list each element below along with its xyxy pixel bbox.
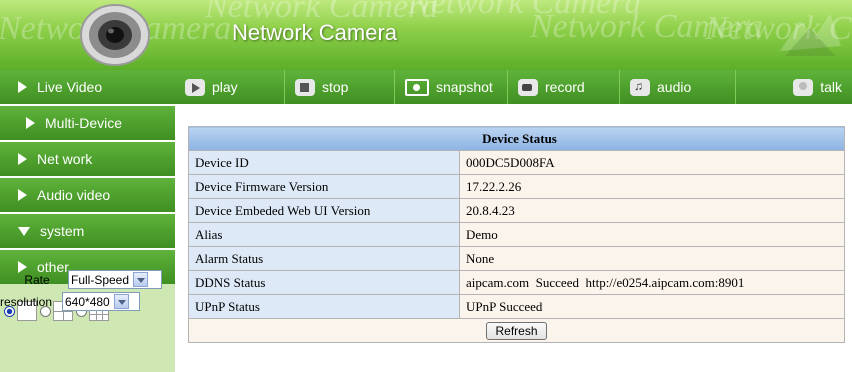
table-row: Device ID 000DC5D008FA bbox=[188, 150, 845, 175]
header-banner: Network Camera Network Camera Network Ca… bbox=[0, 0, 852, 70]
row-value: 20.8.4.23 bbox=[459, 198, 845, 223]
stop-icon bbox=[295, 78, 315, 96]
sidebar-item-label: Audio video bbox=[37, 187, 111, 203]
sidebar-item-multi-device[interactable]: Multi-Device bbox=[0, 106, 175, 140]
resolution-select[interactable]: 640*480 bbox=[62, 292, 140, 311]
table-header-row: Device Status bbox=[188, 126, 845, 151]
rate-select[interactable]: Full-Speed bbox=[68, 270, 162, 289]
table-row: DDNS Status aipcam.com Succeed http://e0… bbox=[188, 270, 845, 295]
resolution-select-value: 640*480 bbox=[65, 294, 110, 309]
arrow-right-icon bbox=[18, 153, 27, 165]
table-row: Alias Demo bbox=[188, 222, 845, 247]
play-button[interactable]: play bbox=[175, 70, 285, 104]
row-label: DDNS Status bbox=[188, 270, 460, 295]
stop-label: stop bbox=[322, 79, 349, 95]
row-value: None bbox=[459, 246, 845, 271]
row-value: UPnP Succeed bbox=[459, 294, 845, 319]
table-row: Device Embeded Web UI Version 20.8.4.23 bbox=[188, 198, 845, 223]
record-button[interactable]: record bbox=[508, 70, 620, 104]
device-status-table: Device Status Device ID 000DC5D008FA Dev… bbox=[188, 126, 845, 343]
row-value: 17.22.2.26 bbox=[459, 174, 845, 199]
sidebar-item-audio-video[interactable]: Audio video bbox=[0, 178, 175, 212]
row-value: Demo bbox=[459, 222, 845, 247]
audio-icon bbox=[630, 78, 650, 96]
row-label: UPnP Status bbox=[188, 294, 460, 319]
decorative-graphic-icon bbox=[780, 14, 841, 56]
sidebar-item-live-video[interactable]: Live Video bbox=[0, 70, 175, 104]
record-label: record bbox=[545, 79, 585, 95]
arrow-right-icon bbox=[18, 189, 27, 201]
resolution-label: resolution bbox=[0, 294, 53, 309]
arrow-right-icon bbox=[18, 81, 27, 93]
sidebar-item-label: Net work bbox=[37, 151, 93, 167]
resolution-row: resolution 640*480 bbox=[0, 292, 140, 311]
stop-button[interactable]: stop bbox=[285, 70, 395, 104]
talk-button[interactable]: talk bbox=[736, 70, 852, 104]
table-footer-row: Refresh bbox=[188, 318, 845, 343]
row-label: Alarm Status bbox=[188, 246, 460, 271]
snapshot-button[interactable]: snapshot bbox=[395, 70, 508, 104]
play-icon bbox=[185, 78, 205, 96]
main-content: Device Status Device ID 000DC5D008FA Dev… bbox=[175, 104, 852, 372]
table-title: Device Status bbox=[188, 126, 845, 151]
sidebar-item-label: Live Video bbox=[37, 79, 103, 95]
page-title: Network Camera bbox=[232, 20, 398, 45]
sidebar-item-label: system bbox=[40, 223, 85, 239]
table-row: Device Firmware Version 17.22.2.26 bbox=[188, 174, 845, 199]
table-row: Alarm Status None bbox=[188, 246, 845, 271]
row-label: Alias bbox=[188, 222, 460, 247]
refresh-button[interactable]: Refresh bbox=[486, 321, 547, 340]
arrow-down-icon bbox=[18, 226, 30, 236]
sidebar-nav: Live Video Multi-Device Net work Audio v… bbox=[0, 70, 175, 372]
talk-label: talk bbox=[820, 79, 842, 95]
sidebar-item-label: Multi-Device bbox=[45, 115, 123, 131]
rate-label: Rate bbox=[24, 272, 50, 287]
play-label: play bbox=[212, 79, 238, 95]
chevron-down-icon[interactable] bbox=[133, 272, 149, 287]
chevron-down-icon[interactable] bbox=[113, 294, 129, 309]
audio-label: audio bbox=[657, 79, 692, 95]
audio-button[interactable]: audio bbox=[620, 70, 736, 104]
record-icon bbox=[518, 78, 538, 96]
arrow-right-icon bbox=[26, 117, 35, 129]
row-label: Device Embeded Web UI Version bbox=[188, 198, 460, 223]
table-footer: Refresh bbox=[188, 318, 845, 343]
row-label: Device ID bbox=[188, 150, 460, 175]
dome-camera-icon bbox=[80, 4, 150, 66]
table-row: UPnP Status UPnP Succeed bbox=[188, 294, 845, 319]
row-value: 000DC5D008FA bbox=[459, 150, 845, 175]
rate-select-value: Full-Speed bbox=[71, 272, 130, 287]
row-label: Device Firmware Version bbox=[188, 174, 460, 199]
video-toolbar: play stop snapshot record audio talk bbox=[175, 70, 852, 104]
sidebar-item-system[interactable]: system bbox=[0, 214, 175, 248]
snapshot-label: snapshot bbox=[436, 79, 493, 95]
rate-row: Rate Full-Speed bbox=[0, 270, 162, 289]
sidebar-item-network[interactable]: Net work bbox=[0, 142, 175, 176]
talk-icon bbox=[793, 78, 814, 96]
row-value: aipcam.com Succeed http://e0254.aipcam.c… bbox=[459, 270, 845, 295]
camera-icon bbox=[405, 78, 429, 96]
